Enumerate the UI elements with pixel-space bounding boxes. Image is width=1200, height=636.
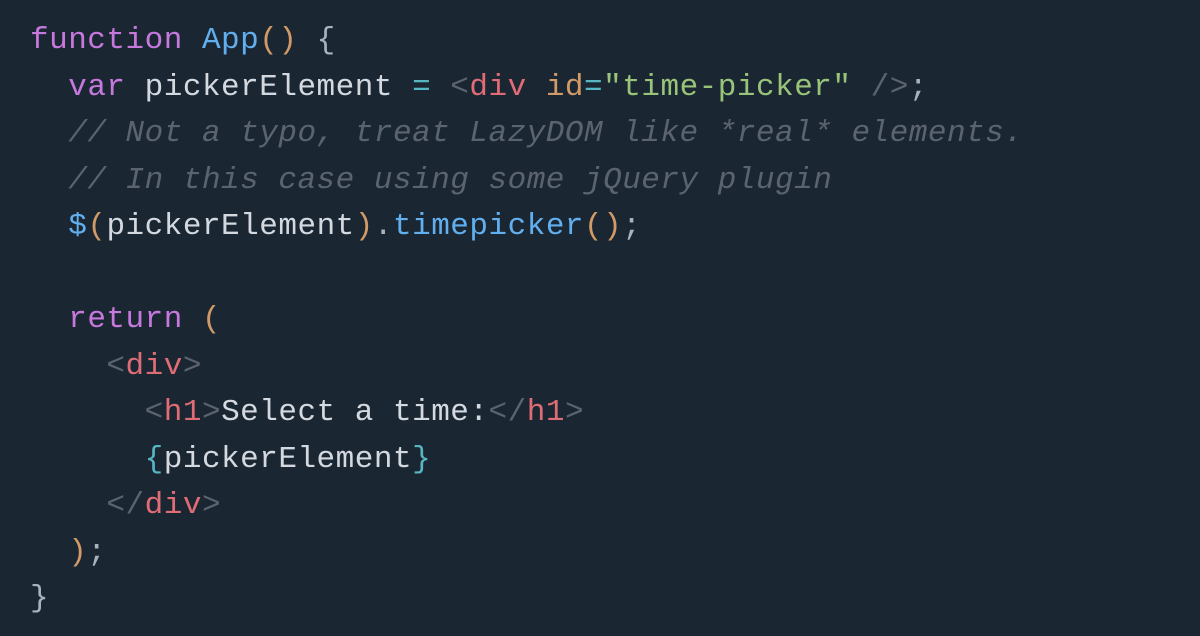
jsx-attr: id	[546, 70, 584, 105]
paren: )	[355, 209, 374, 244]
code-line: // Not a typo, treat LazyDOM like *real*…	[30, 116, 1023, 151]
tag-bracket: >	[565, 395, 584, 430]
equals: =	[412, 70, 431, 105]
code-line: return (	[30, 302, 221, 337]
indent-guide	[30, 442, 145, 477]
dot: .	[374, 209, 393, 244]
tag-bracket: />	[852, 70, 909, 105]
code-line: {pickerElement}	[30, 442, 431, 477]
tag-bracket: >	[202, 395, 221, 430]
code-line: // In this case using some jQuery plugin	[30, 163, 832, 198]
semicolon: ;	[87, 535, 106, 570]
indent-guide	[30, 349, 106, 384]
code-line: }	[30, 581, 49, 616]
tag-bracket: <	[145, 395, 164, 430]
jsx-tag: div	[145, 488, 202, 523]
space	[431, 70, 450, 105]
space	[183, 302, 202, 337]
comment: // Not a typo, treat LazyDOM like *real*…	[68, 116, 1023, 151]
code-line: <h1>Select a time:</h1>	[30, 395, 584, 430]
keyword-return: return	[68, 302, 183, 337]
code-line: $(pickerElement).timepicker();	[30, 209, 641, 244]
method-call: timepicker	[393, 209, 584, 244]
space	[527, 70, 546, 105]
paren: (	[202, 302, 221, 337]
tag-bracket: </	[489, 395, 527, 430]
dollar-fn: $	[68, 209, 87, 244]
code-line: </div>	[30, 488, 221, 523]
jsx-tag: h1	[527, 395, 565, 430]
tag-bracket: <	[450, 70, 469, 105]
tag-bracket: >	[202, 488, 221, 523]
code-line: function App() {	[30, 23, 336, 58]
code-line: );	[30, 535, 106, 570]
indent-guide	[30, 209, 68, 244]
argument: pickerElement	[106, 209, 354, 244]
tag-bracket: </	[106, 488, 144, 523]
brace: }	[412, 442, 431, 477]
keyword-var: var	[68, 70, 125, 105]
function-name: App	[202, 23, 259, 58]
indent-guide	[30, 163, 68, 198]
equals: =	[584, 70, 603, 105]
code-line: <div>	[30, 349, 202, 384]
string-quote: "	[603, 70, 622, 105]
semicolon: ;	[622, 209, 641, 244]
jsx-tag: div	[469, 70, 526, 105]
tag-bracket: >	[183, 349, 202, 384]
brace: {	[145, 442, 164, 477]
brace: }	[30, 581, 49, 616]
tag-bracket: <	[106, 349, 125, 384]
string-value: time-picker	[622, 70, 832, 105]
indent-guide	[30, 535, 68, 570]
keyword-function: function	[30, 23, 183, 58]
jsx-expression: pickerElement	[164, 442, 412, 477]
indent-guide	[30, 116, 68, 151]
indent-guide	[30, 395, 145, 430]
code-block: function App() { var pickerElement = <di…	[30, 18, 1170, 623]
brace: {	[297, 23, 335, 58]
jsx-tag: h1	[164, 395, 202, 430]
paren: )	[68, 535, 87, 570]
indent-guide	[30, 488, 106, 523]
comment: // In this case using some jQuery plugin	[68, 163, 832, 198]
paren: (	[87, 209, 106, 244]
paren: ()	[584, 209, 622, 244]
jsx-text: Select a time:	[221, 395, 488, 430]
code-line: var pickerElement = <div id="time-picker…	[30, 70, 928, 105]
jsx-tag: div	[126, 349, 183, 384]
string-quote: "	[832, 70, 851, 105]
paren: ()	[259, 23, 297, 58]
indent-guide	[30, 70, 68, 105]
semicolon: ;	[909, 70, 928, 105]
indent-guide	[30, 302, 68, 337]
variable-name: pickerElement	[126, 70, 413, 105]
